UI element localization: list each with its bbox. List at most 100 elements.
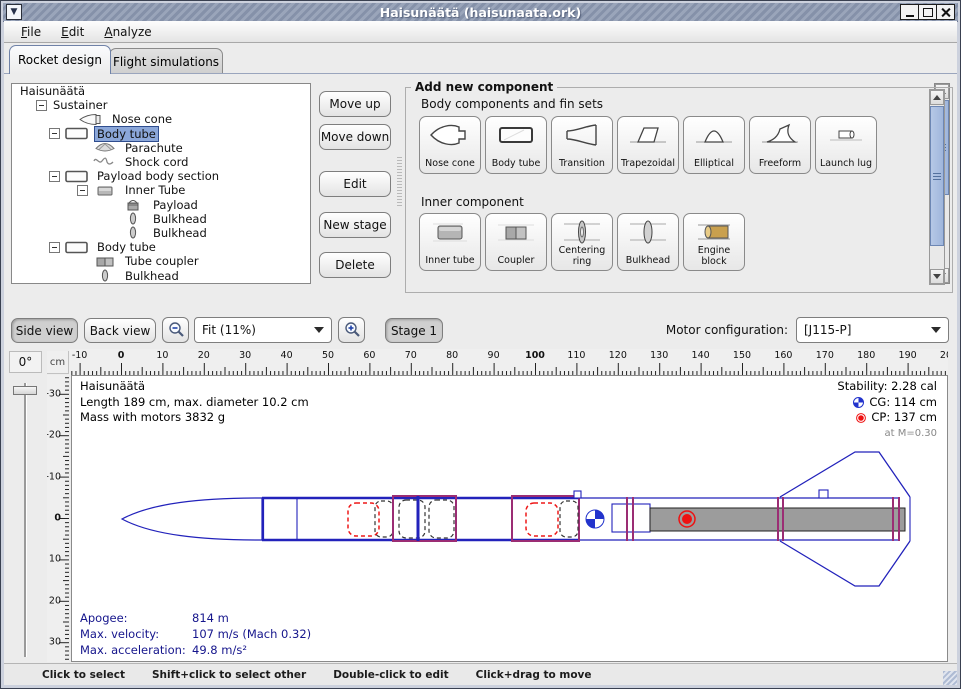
menu-edit[interactable]: Edit [52,23,93,41]
bulkhead-icon [120,226,146,239]
tree-item-shock-cord[interactable]: Shock cord [12,155,310,169]
maximize-button[interactable] [918,5,936,19]
hint-shift-click: Shift+click to select other [152,669,306,681]
bulkhead-outline[interactable] [429,500,454,538]
collapse-icon[interactable] [49,242,60,253]
component-panel-scrollbar[interactable] [929,89,945,285]
inner-tube-outline-2[interactable] [512,496,579,541]
parachute-outline-2[interactable] [526,503,558,536]
collapse-icon[interactable] [36,100,47,111]
add-body-tube-button[interactable]: Body tube [485,116,547,174]
h-ruler-label: 200 [940,350,948,361]
v-ruler-label: 30 [49,637,61,648]
nose-cone-outline[interactable] [122,498,262,540]
tree-item-sustainer[interactable]: Sustainer [12,98,310,112]
tab-rocket-design[interactable]: Rocket design [9,45,111,74]
new-stage-button[interactable]: New stage [319,212,391,238]
max-acceleration-value: 49.8 m/s² [192,642,247,658]
tube-coupler-outline[interactable] [612,504,650,532]
bulkhead-icon [120,212,146,225]
add-bulkhead-button[interactable]: Bulkhead [617,213,679,271]
payload-outline[interactable] [399,500,425,538]
hint-click-select: Click to select [42,669,125,681]
close-icon [941,8,950,17]
scroll-down-icon[interactable] [930,269,944,284]
add-freeform-fin-button[interactable]: Freeform [749,116,811,174]
rocket-canvas[interactable]: Haisunäätä Length 189 cm, max. diameter … [71,375,948,662]
resize-grip[interactable] [943,671,957,685]
add-coupler-button[interactable]: Coupler [485,213,547,271]
nose-cone-icon [428,121,472,149]
move-down-button[interactable]: Move down [319,124,391,150]
h-ruler-label: 130 [650,350,668,361]
centering-ring-icon [560,218,604,246]
edit-button[interactable]: Edit [319,171,391,197]
h-ruler-label: 0 [118,350,125,361]
tree-item-body-tube[interactable]: Body tube [12,127,310,141]
rail-button[interactable] [574,491,581,498]
tree-item-payload[interactable]: Payload [12,198,310,212]
add-trapezoidal-fin-button[interactable]: Trapezoidal [617,116,679,174]
fin-outline-bottom[interactable] [780,541,910,586]
bulkhead-icon [626,218,670,246]
tree-item-bulkhead[interactable]: Bulkhead [12,212,310,226]
inner-component-label: Inner component [421,195,524,209]
window-title: Haisunäätä (haisunaata.ork) [3,5,958,20]
side-view-button[interactable]: Side view [11,318,78,343]
add-nose-cone-button[interactable]: Nose cone [419,116,481,174]
collapse-icon[interactable] [49,128,60,139]
collapse-icon[interactable] [49,171,60,182]
launch-lug-outline[interactable] [819,490,828,498]
h-ruler-label: 80 [446,350,458,361]
tree-item-payload-body-section[interactable]: Payload body section [12,169,310,183]
add-centering-ring-button[interactable]: Centering ring [551,213,613,271]
tree-item-inner-tube[interactable]: Inner Tube [12,183,310,197]
back-view-button[interactable]: Back view [84,318,156,343]
collapse-icon[interactable] [77,185,88,196]
zoom-in-button[interactable] [338,317,365,343]
menu-analyze[interactable]: Analyze [95,23,160,41]
scrollbar-thumb[interactable] [930,106,944,246]
tree-item-tube-coupler[interactable]: Tube coupler [12,254,310,268]
minimize-button[interactable] [901,5,918,19]
v-ruler-label: -20 [47,430,61,441]
add-transition-button[interactable]: Transition [551,116,613,174]
menu-file[interactable]: File [12,23,50,41]
zoom-out-button[interactable] [162,317,189,343]
tree-item-rocket[interactable]: Haisunäätä [12,84,310,98]
tree-item-body-tube-2[interactable]: Body tube [12,240,310,254]
add-inner-tube-button[interactable]: Inner tube [419,213,481,271]
tab-flight-simulations[interactable]: Flight simulations [109,48,223,74]
trapezoidal-fin-icon [626,121,670,149]
fin-outline-top[interactable] [780,452,910,497]
cp-legend-icon [856,413,866,423]
delete-button[interactable]: Delete [319,252,391,278]
tree-item-parachute[interactable]: Parachute [12,141,310,155]
add-elliptical-fin-button[interactable]: Elliptical [683,116,745,174]
minimize-icon [906,8,914,17]
rotation-slider-track[interactable] [24,383,27,657]
title-bar[interactable]: ▼ Haisunäätä (haisunaata.ork) [3,3,958,22]
vertical-ruler: -30-20-100102030 [47,375,69,662]
elliptical-fin-icon [692,121,736,149]
parachute-outline[interactable] [348,503,379,536]
rotation-slider-thumb[interactable] [13,386,37,395]
stage-1-toggle[interactable]: Stage 1 [385,318,443,343]
add-launch-lug-button[interactable]: Launch lug [815,116,877,174]
close-button[interactable] [936,5,954,19]
component-tree[interactable]: Haisunäätä Sustainer Nose cone Body tube… [11,83,311,284]
move-up-button[interactable]: Move up [319,91,391,117]
tree-item-nose-cone[interactable]: Nose cone [12,112,310,126]
motor-configuration-select[interactable]: [J115-P] [796,317,949,343]
shock-cord-outline-2[interactable] [560,501,578,537]
split-handle[interactable] [397,157,402,207]
window-menu-icon[interactable]: ▼ [6,4,22,20]
add-engine-block-button[interactable]: Engine block [683,213,745,271]
v-ruler-label: -30 [47,388,61,399]
scroll-up-icon[interactable] [930,90,944,105]
zoom-level-select[interactable]: Fit (11%) [194,317,332,343]
h-ruler-label: -10 [72,350,88,361]
h-ruler-label: 140 [692,350,710,361]
tree-item-bulkhead[interactable]: Bulkhead [12,268,310,282]
tree-item-bulkhead[interactable]: Bulkhead [12,226,310,240]
